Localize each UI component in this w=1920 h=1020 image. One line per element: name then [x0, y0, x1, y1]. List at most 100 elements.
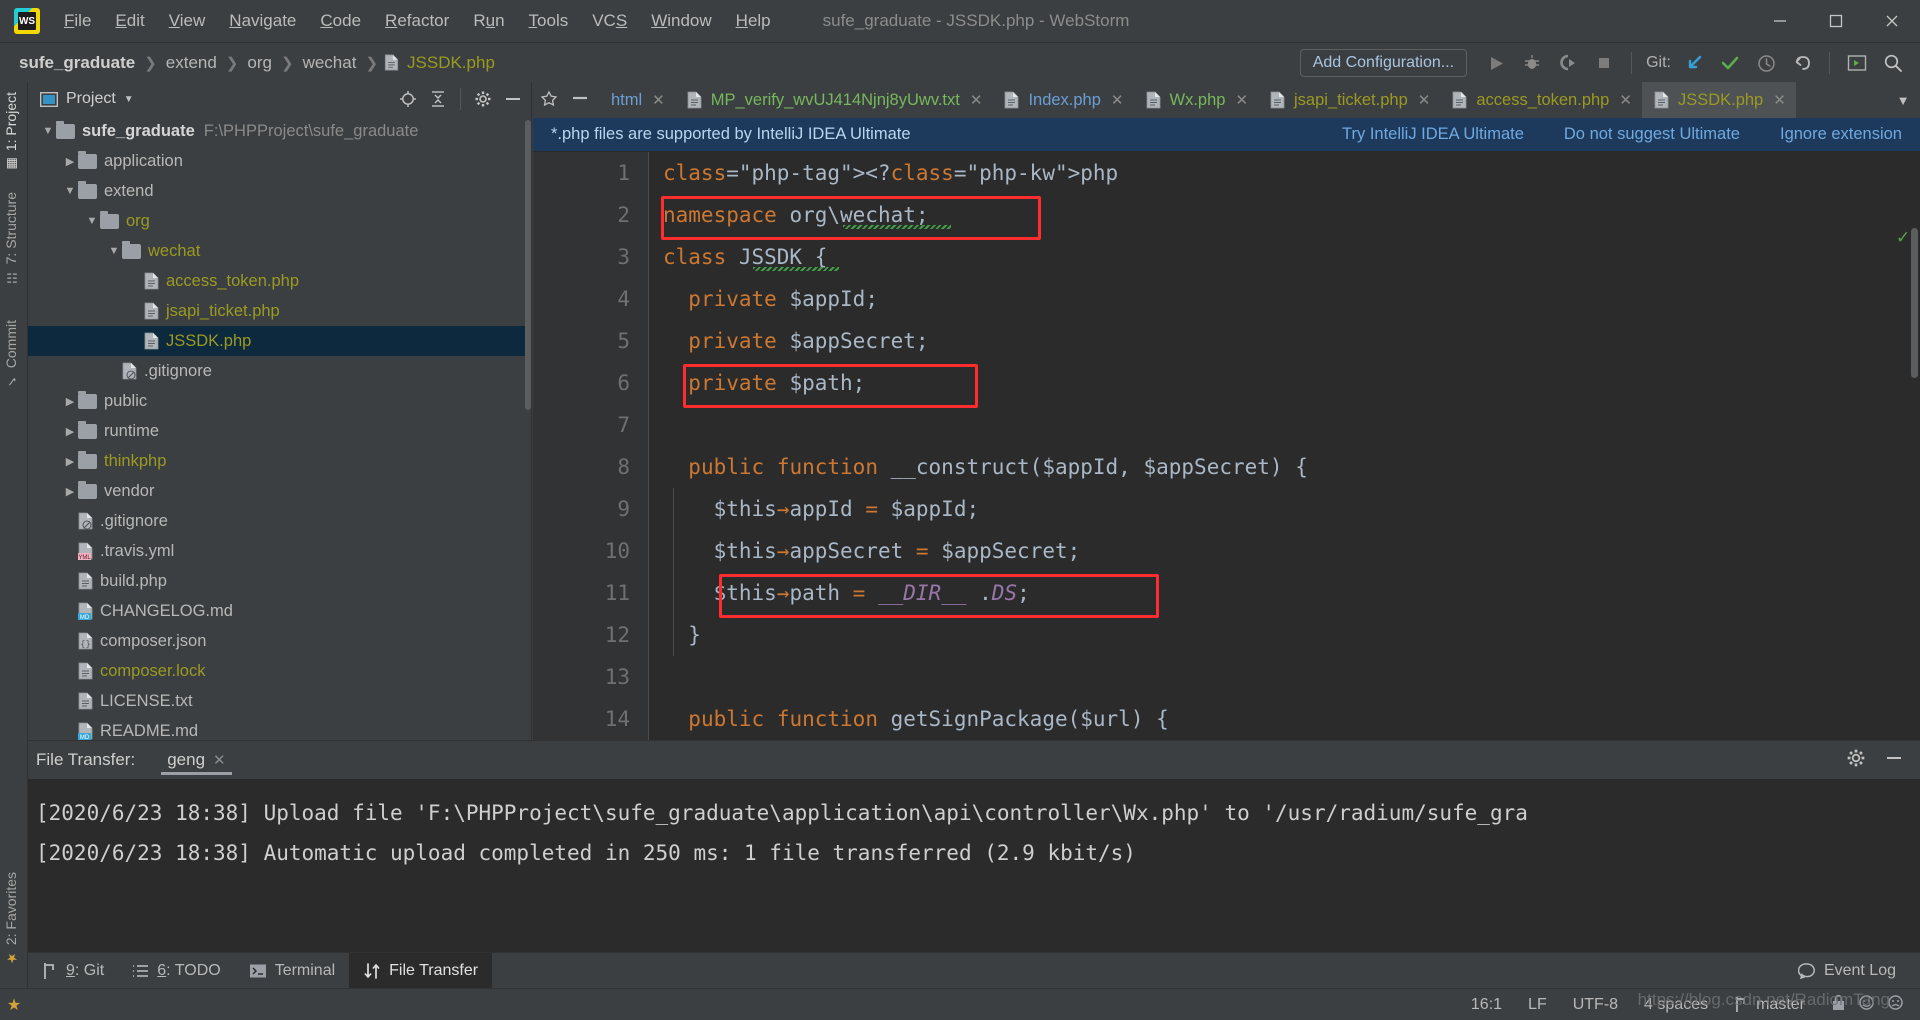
code-line[interactable]: public function __construct($appId, $app…: [649, 446, 1920, 488]
code-line[interactable]: }: [649, 614, 1920, 656]
tool-window-terminal[interactable]: Terminal: [235, 953, 349, 989]
chevron-right-icon[interactable]: ▶: [62, 483, 78, 499]
sidebar-item-structure[interactable]: ☷ 7: Structure: [0, 192, 25, 284]
code-line[interactable]: $this→appSecret = $appSecret;: [649, 530, 1920, 572]
terminal-icon[interactable]: [1840, 46, 1874, 80]
chevron-right-icon[interactable]: ▶: [62, 453, 78, 469]
chevron-down-icon[interactable]: ▼: [1886, 82, 1920, 118]
chevron-down-icon[interactable]: ▼: [84, 213, 100, 229]
tree-node-jsapi-ticket-php[interactable]: jsapi_ticket.php: [28, 296, 531, 326]
breadcrumb-org[interactable]: org: [244, 53, 275, 73]
maximize-icon[interactable]: [1808, 0, 1864, 42]
update-project-icon[interactable]: [1677, 46, 1711, 80]
code-line[interactable]: public function getSignPackage($url) {: [649, 698, 1920, 740]
breadcrumb-project[interactable]: sufe_graduate: [16, 53, 138, 73]
code-line[interactable]: private $appId;: [649, 278, 1920, 320]
project-tree-scrollbar[interactable]: [525, 120, 531, 410]
gear-icon[interactable]: [1846, 748, 1866, 773]
breadcrumb-file[interactable]: JSSDK.php: [404, 53, 498, 73]
tree-node-application[interactable]: ▶ application: [28, 146, 531, 176]
tree-node--gitignore[interactable]: .gitignore: [28, 356, 531, 386]
sidebar-item-project[interactable]: ▦ 1: Project: [0, 92, 25, 171]
run-icon[interactable]: [1479, 46, 1513, 80]
tree-node-thinkphp[interactable]: ▶ thinkphp: [28, 446, 531, 476]
menu-help[interactable]: Help: [724, 0, 783, 42]
file-transfer-tab-geng[interactable]: geng ✕: [161, 741, 233, 779]
editor-tab-wx-php[interactable]: Wx.php ✕: [1134, 82, 1259, 118]
collapse-all-icon[interactable]: [428, 89, 448, 109]
chevron-right-icon[interactable]: ▶: [62, 393, 78, 409]
tree-node-license-txt[interactable]: LICENSE.txt: [28, 686, 531, 716]
close-icon[interactable]: ✕: [970, 91, 983, 109]
code-line[interactable]: class JSSDK {: [649, 236, 1920, 278]
chevron-down-icon[interactable]: ▼: [106, 243, 122, 259]
tree-node-jssdk-php[interactable]: JSSDK.php: [28, 326, 531, 356]
menu-edit[interactable]: Edit: [103, 0, 156, 42]
tool-window-git[interactable]: 9: Git: [28, 953, 118, 989]
tree-node-extend[interactable]: ▼ extend: [28, 176, 531, 206]
editor-tab-html[interactable]: html ✕: [599, 82, 675, 118]
editor-tab-jsapi-ticket-php[interactable]: jsapi_ticket.php ✕: [1258, 82, 1440, 118]
tree-node--gitignore[interactable]: .gitignore: [28, 506, 531, 536]
sidebar-item-commit[interactable]: ✓ Commit: [0, 320, 25, 388]
close-icon[interactable]: ✕: [652, 91, 665, 109]
tree-node-sufe-graduate[interactable]: ▼ sufe_graduate F:\PHPProject\sufe_graduat…: [28, 116, 531, 146]
close-icon[interactable]: ✕: [213, 751, 226, 769]
tool-window-file-transfer[interactable]: File Transfer: [349, 952, 493, 989]
code-line[interactable]: [649, 656, 1920, 698]
commit-icon[interactable]: [1713, 46, 1747, 80]
menu-code[interactable]: Code: [308, 0, 373, 42]
indent-setting[interactable]: 4 spaces: [1644, 996, 1708, 1014]
code-editor[interactable]: 1 2 3 4 5 6 7 8 9 10 11 12 13 14 class="php-tag"><?cl…: [533, 152, 1920, 740]
menu-vcs[interactable]: VCS: [580, 0, 639, 42]
minimize-icon[interactable]: [1752, 0, 1808, 42]
do-not-suggest-link[interactable]: Do not suggest Ultimate: [1564, 125, 1740, 144]
close-icon[interactable]: ✕: [1619, 91, 1632, 109]
breadcrumb-wechat[interactable]: wechat: [300, 53, 360, 73]
tree-node-vendor[interactable]: ▶ vendor: [28, 476, 531, 506]
code-line[interactable]: $this→appId = $appId;: [649, 488, 1920, 530]
file-encoding[interactable]: UTF-8: [1573, 996, 1618, 1014]
code-line[interactable]: private $path;: [649, 362, 1920, 404]
editor-gutter[interactable]: 1 2 3 4 5 6 7 8 9 10 11 12 13 14: [533, 152, 649, 740]
hide-icon[interactable]: [503, 89, 523, 109]
run-with-coverage-icon[interactable]: [1551, 46, 1585, 80]
editor-tab-jssdk-php[interactable]: JSSDK.php ✕: [1641, 82, 1796, 118]
menu-file[interactable]: File: [52, 0, 103, 42]
editor-tab-index-php[interactable]: Index.php ✕: [992, 82, 1133, 118]
chevron-right-icon[interactable]: ▶: [62, 153, 78, 169]
git-branch-widget[interactable]: master: [1734, 996, 1805, 1014]
tree-node-readme-md[interactable]: MD README.md: [28, 716, 531, 740]
notifications-icon[interactable]: [1887, 994, 1904, 1016]
hide-tabs-icon[interactable]: [571, 90, 589, 111]
caret-position[interactable]: 16:1: [1471, 996, 1502, 1014]
close-icon[interactable]: ✕: [1111, 91, 1124, 109]
close-icon[interactable]: ✕: [1773, 91, 1786, 109]
search-icon[interactable]: [1876, 46, 1910, 80]
file-transfer-console[interactable]: [2020/6/23 18:38] Upload file 'F:\PHPPro…: [28, 779, 1920, 954]
chevron-right-icon[interactable]: ▶: [62, 423, 78, 439]
editor-code[interactable]: class="php-tag"><?class="php-kw">php name…: [649, 152, 1920, 740]
editor-scrollbar[interactable]: [1911, 228, 1918, 378]
menu-refactor[interactable]: Refactor: [373, 0, 461, 42]
stop-icon[interactable]: [1587, 46, 1621, 80]
chevron-down-icon[interactable]: ▼: [62, 183, 78, 199]
code-line[interactable]: [649, 404, 1920, 446]
close-icon[interactable]: ✕: [1235, 91, 1248, 109]
chevron-down-icon[interactable]: ▼: [40, 123, 56, 139]
tree-node-access-token-php[interactable]: access_token.php: [28, 266, 531, 296]
tool-window-todo[interactable]: 6: TODO: [118, 953, 234, 989]
code-line[interactable]: class="php-tag"><?class="php-kw">php: [649, 152, 1920, 194]
hide-icon[interactable]: [1884, 749, 1904, 772]
favorites-star-icon[interactable]: ★: [0, 995, 28, 1015]
editor-tab-mp-verify-wvuj414njnj8yuwv-txt[interactable]: MP_verify_wvUJ414Njnj8yUwv.txt ✕: [675, 82, 993, 118]
chevron-down-icon[interactable]: ▼: [124, 94, 134, 105]
menu-navigate[interactable]: Navigate: [217, 0, 308, 42]
tree-node-runtime[interactable]: ▶ runtime: [28, 416, 531, 446]
code-line[interactable]: private $appSecret;: [649, 320, 1920, 362]
menu-tools[interactable]: Tools: [517, 0, 581, 42]
code-line[interactable]: namespace org\wechat;: [649, 194, 1920, 236]
menu-window[interactable]: Window: [639, 0, 723, 42]
debug-icon[interactable]: [1515, 46, 1549, 80]
try-ultimate-link[interactable]: Try IntelliJ IDEA Ultimate: [1342, 125, 1524, 144]
